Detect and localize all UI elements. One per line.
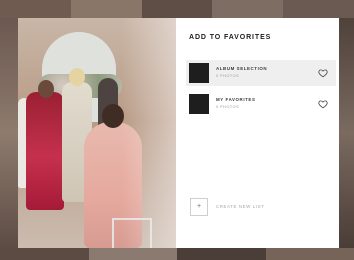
heart-outline-icon[interactable] (318, 68, 328, 78)
list-item-album-selection[interactable]: ALBUM SELECTION 0 PHOTOS (186, 60, 336, 86)
create-new-list-label: CREATE NEW LIST (216, 204, 265, 209)
list-item-my-favorites[interactable]: MY FAVORITES 0 PHOTOS (186, 91, 336, 117)
favorites-list: ALBUM SELECTION 0 PHOTOS MY FAVORITES 0 … (186, 60, 336, 122)
gallery-thumbnail (177, 248, 266, 260)
gallery-thumbnail (283, 0, 354, 18)
background-gallery-right (339, 18, 354, 248)
photo-figure (26, 92, 64, 210)
gallery-thumbnail (265, 248, 354, 260)
list-item-name: ALBUM SELECTION (216, 66, 268, 71)
background-gallery-top (0, 0, 354, 18)
gallery-thumbnail (212, 0, 284, 18)
background-gallery-bottom (0, 248, 354, 260)
background-gallery-left (0, 18, 18, 248)
photo-figure (102, 104, 124, 128)
list-item-name: MY FAVORITES (216, 97, 256, 102)
gallery-thumbnail (0, 0, 71, 18)
list-item-count: 0 PHOTOS (216, 105, 240, 109)
list-thumbnail (189, 63, 209, 83)
plus-icon: + (196, 203, 202, 210)
selected-photo-preview (18, 18, 176, 248)
photo-fade-overlay (122, 18, 176, 248)
gallery-thumbnail (0, 248, 89, 260)
gallery-thumbnail (141, 0, 213, 18)
gallery-thumbnail (88, 248, 177, 260)
modal-title: ADD TO FAVORITES (189, 34, 272, 41)
list-thumbnail (189, 94, 209, 114)
favorites-panel: ADD TO FAVORITES ALBUM SELECTION 0 PHOTO… (176, 18, 339, 248)
add-to-favorites-modal: ADD TO FAVORITES ALBUM SELECTION 0 PHOTO… (18, 18, 339, 248)
gallery-thumbnail (70, 0, 142, 18)
photo-figure (69, 68, 85, 86)
heart-outline-icon[interactable] (318, 99, 328, 109)
list-item-count: 0 PHOTOS (216, 74, 240, 78)
photo-figure (38, 80, 54, 98)
create-new-list-button[interactable]: + CREATE NEW LIST (190, 198, 330, 218)
